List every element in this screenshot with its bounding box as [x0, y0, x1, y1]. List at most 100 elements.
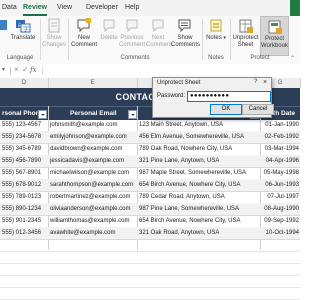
- cell-address[interactable]: 321 Pine Lane, Anytown, USA: [139, 155, 259, 167]
- unprotect-sheet-label: Unprotect Sheet: [232, 35, 259, 48]
- tab-help[interactable]: Help: [125, 1, 139, 15]
- new-comment-label: New Comment: [70, 35, 97, 48]
- password-label: Password:: [157, 93, 186, 99]
- column-header-d[interactable]: D: [0, 78, 49, 88]
- share-button[interactable]: [290, 0, 300, 16]
- protect-workbook-label: Protect Workbook: [261, 36, 288, 49]
- tab-data[interactable]: Data: [2, 1, 17, 15]
- book-icon: [0, 20, 7, 30]
- next-comment-label: Next Comment: [146, 35, 173, 48]
- cell-email[interactable]: sarahthompson@example.com: [50, 179, 136, 191]
- formula-input[interactable]: [42, 66, 298, 75]
- delete-comment-button[interactable]: Delete: [99, 16, 119, 54]
- cell-email[interactable]: davidbrown@example.com: [50, 143, 136, 155]
- cell-phone[interactable]: 555) 678-9012: [2, 179, 47, 191]
- cell-address[interactable]: 321 Oak Road, Anytown, USA: [139, 227, 259, 239]
- cell-birth-date[interactable]: 09-Sep-1992: [262, 215, 299, 227]
- password-field[interactable]: ●●●●●●●●●●: [187, 91, 271, 102]
- cell-phone[interactable]: 555) 456-7890: [2, 155, 47, 167]
- show-comments-label: Show Comments: [171, 35, 201, 48]
- cell-phone[interactable]: 555) 901-2345: [2, 215, 47, 227]
- show-comments-icon: [178, 19, 191, 33]
- show-changes-label: Show Changes: [42, 35, 67, 48]
- cell-birth-date[interactable]: 05-May-1998: [262, 167, 299, 179]
- dialog-title: Unprotect Sheet: [157, 80, 201, 86]
- translate-label: Translate: [10, 35, 36, 41]
- cell-phone[interactable]: 555) 789-0123: [2, 191, 47, 203]
- cell-email[interactable]: jessicadavis@example.com: [50, 155, 136, 167]
- previous-comment-button[interactable]: Previous Comment: [119, 16, 145, 54]
- cell-birth-date[interactable]: 02-Feb-1992: [262, 131, 299, 143]
- cell-email[interactable]: michaelwilson@example.com: [50, 167, 136, 179]
- cell-birth-date[interactable]: 03-Mar-1994: [262, 143, 299, 155]
- group-comments-label: Comments: [120, 55, 150, 61]
- svg-text:字: 字: [23, 25, 29, 33]
- previous-comment-icon: [126, 19, 138, 33]
- translate-icon: a 字: [16, 20, 31, 33]
- cell-address[interactable]: 123 Main Street, Anytown, USA: [139, 119, 259, 131]
- delete-comment-icon: [103, 19, 115, 33]
- cell-phone[interactable]: 555) 890-1234: [2, 203, 47, 215]
- filter-dropdown-phone[interactable]: [38, 110, 47, 119]
- cell-address[interactable]: 987 Maple Street, Somewhereville, USA: [139, 167, 259, 179]
- cell-phone[interactable]: 555) 123-4567: [2, 119, 47, 131]
- cell-email[interactable]: oliviaanderson@example.com: [50, 203, 136, 215]
- tab-view[interactable]: View: [57, 1, 72, 15]
- cell-phone[interactable]: 555) 012-3456: [2, 227, 47, 239]
- cell-birth-date[interactable]: 04-Apr-1996: [262, 155, 299, 167]
- namebox-dropdown-icon[interactable]: ▾: [2, 66, 5, 73]
- protect-workbook-icon: [268, 20, 282, 34]
- cell-email[interactable]: williamthomas@example.com: [50, 215, 136, 227]
- ok-button[interactable]: OK: [210, 104, 242, 115]
- cell-phone[interactable]: 555) 567-8901: [2, 167, 47, 179]
- next-comment-button[interactable]: Next Comment: [146, 16, 173, 54]
- show-changes-button[interactable]: Show Changes: [42, 16, 66, 54]
- new-comment-button[interactable]: New Comment: [70, 16, 98, 54]
- group-protect-label: Protect: [250, 55, 270, 61]
- cell-address[interactable]: 987 Pine Lane, Somewhereville, USA: [139, 203, 259, 215]
- delete-label: Delete: [100, 35, 118, 41]
- cancel-button[interactable]: Cancel: [242, 104, 274, 115]
- notes-dropdown-icon: ▾: [223, 35, 226, 41]
- cell-birth-date[interactable]: 08-Aug-1990: [262, 203, 299, 215]
- help-icon[interactable]: ?: [254, 79, 257, 85]
- cell-address[interactable]: 789 Oak Road, Nowhere City, USA: [139, 143, 259, 155]
- group-separator: [40, 19, 41, 60]
- notes-button[interactable]: Notes ▾: [204, 16, 228, 54]
- protect-workbook-button[interactable]: Protect Workbook: [260, 16, 289, 56]
- previous-button-partial[interactable]: [0, 16, 8, 54]
- cell-address[interactable]: 654 Birch Avenue, Nowhere City, USA: [139, 215, 259, 227]
- tab-developer[interactable]: Developer: [86, 1, 118, 15]
- cancel-edit-icon[interactable]: ×: [14, 65, 19, 74]
- cell-phone[interactable]: 555) 345-6789: [2, 143, 47, 155]
- cell-birth-date[interactable]: 01-Jan-1990: [262, 119, 299, 131]
- cell-email[interactable]: avawhite@example.com: [50, 227, 136, 239]
- close-icon[interactable]: ×: [263, 79, 267, 86]
- next-comment-icon: [152, 19, 164, 33]
- translate-button[interactable]: a 字 Translate: [10, 16, 36, 54]
- collapse-ribbon-icon[interactable]: ⌃: [290, 55, 295, 62]
- cell-email[interactable]: emilyjohnson@example.com: [50, 131, 136, 143]
- cell-email[interactable]: johnsmith@example.com: [50, 119, 136, 131]
- tab-review[interactable]: Review: [23, 1, 48, 16]
- cell-address[interactable]: 789 Cedar Road, Anytown, USA: [139, 191, 259, 203]
- unprotect-sheet-dialog: Unprotect Sheet ? × Password: ●●●●●●●●●●…: [152, 77, 274, 118]
- cell-birth-date[interactable]: 10-Oct-1994: [262, 227, 299, 239]
- unprotect-sheet-button[interactable]: Unprotect Sheet: [232, 16, 259, 54]
- cell-phone[interactable]: 555) 234-5678: [2, 131, 47, 143]
- cell-address[interactable]: 456 Elm Avenue, Somewhereville, USA: [139, 131, 259, 143]
- show-comments-button[interactable]: Show Comments: [171, 16, 201, 54]
- filter-dropdown-email[interactable]: [128, 110, 137, 119]
- cell-birth-date[interactable]: 07-Jul-1997: [262, 191, 299, 203]
- group-separator: [68, 19, 69, 60]
- confirm-edit-icon[interactable]: ✓: [22, 65, 29, 74]
- group-language-label: Language: [6, 55, 34, 61]
- cell-email[interactable]: robertmartinez@example.com: [50, 191, 136, 203]
- insert-function-button[interactable]: fx: [30, 66, 37, 74]
- show-changes-icon: [48, 18, 60, 33]
- cell-address[interactable]: 654 Birch Avenue, Nowhere City, USA: [139, 179, 259, 191]
- notes-label: Notes: [206, 35, 222, 41]
- column-header-e[interactable]: E: [48, 78, 138, 88]
- cell-birth-date[interactable]: 06-Jun-1993: [262, 179, 299, 191]
- empty-row[interactable]: [0, 287, 300, 300]
